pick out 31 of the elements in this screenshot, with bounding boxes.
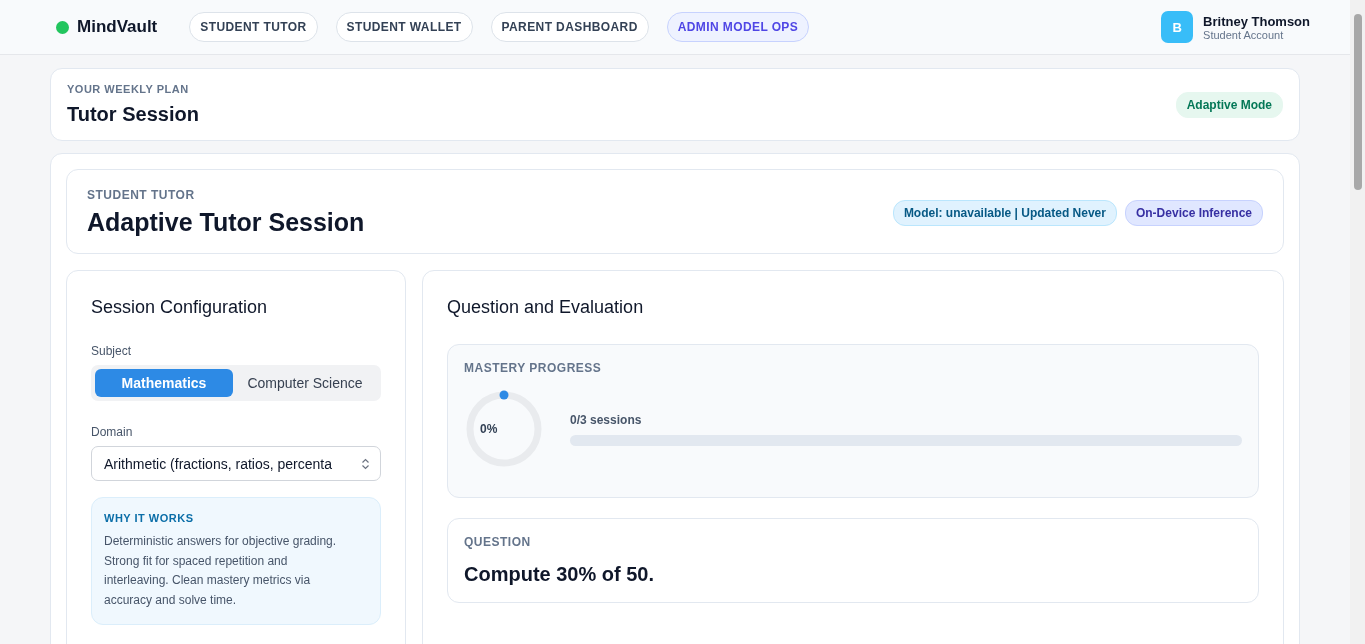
chevron-updown-icon (361, 457, 370, 470)
domain-select[interactable]: Arithmetic (fractions, ratios, percenta (91, 446, 381, 481)
nav-tab[interactable]: STUDENT WALLET (335, 12, 473, 42)
status-badge: On-Device Inference (1124, 199, 1263, 226)
user-name: Britney Thomson (1203, 13, 1310, 29)
subject-option[interactable]: Computer Science (233, 369, 377, 397)
brand-name: MindVault (77, 17, 158, 37)
question-text: Compute 30% of 50. (464, 563, 656, 586)
user-role: Student Account (1203, 28, 1285, 41)
status-dot-icon (56, 20, 69, 34)
mode-badge: Adaptive Mode (1175, 91, 1283, 118)
plan-title: Tutor Session (67, 103, 199, 126)
mastery-title: MASTERY PROGRESS (464, 361, 603, 375)
question-label: QUESTION (464, 535, 532, 549)
panel-title: Session Configuration (91, 297, 269, 318)
session-eyebrow: STUDENT TUTOR (87, 188, 196, 202)
subject-option[interactable]: Mathematics (95, 369, 233, 397)
nav-tab[interactable]: ADMIN MODEL OPS (666, 12, 810, 42)
info-title: WHY IT WORKS (104, 512, 195, 524)
nav-tab[interactable]: PARENT DASHBOARD (490, 12, 649, 42)
status-badge: Model: unavailable | Updated Never (892, 199, 1117, 226)
nav-tab[interactable]: STUDENT TUTOR (189, 12, 318, 42)
field-label: Subject (91, 344, 133, 358)
plan-eyebrow: YOUR WEEKLY PLAN (67, 83, 190, 95)
field-label: Domain (91, 425, 134, 439)
info-text: Deterministic answers for objective grading. Strong fit for spaced repetition and interleaving. Clean mastery metrics via accuracy and solve time. (104, 533, 338, 609)
scrollbar[interactable] (1350, 0, 1365, 644)
sessions-count: 0/3 sessions (570, 412, 643, 427)
mastery-percent: 0% (480, 422, 498, 436)
session-title: Adaptive Tutor Session (87, 208, 365, 237)
panel-title: Question and Evaluation (447, 297, 645, 318)
